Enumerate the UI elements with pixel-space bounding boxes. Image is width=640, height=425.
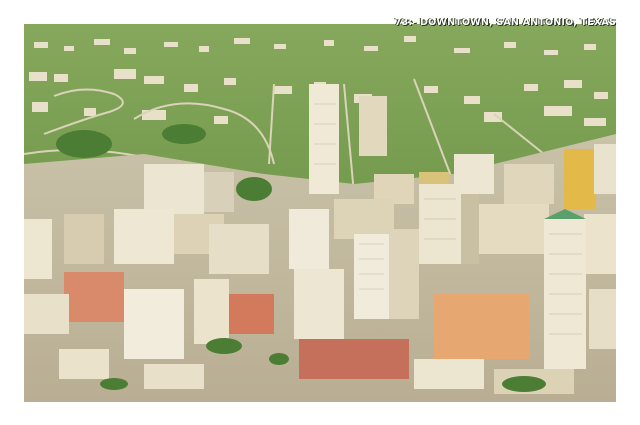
aerial-city-illustration <box>24 24 616 402</box>
postcard-image <box>24 24 616 402</box>
postcard-caption: 73:- DOWNTOWN, SAN ANTONIO, TEXAS <box>394 17 616 28</box>
